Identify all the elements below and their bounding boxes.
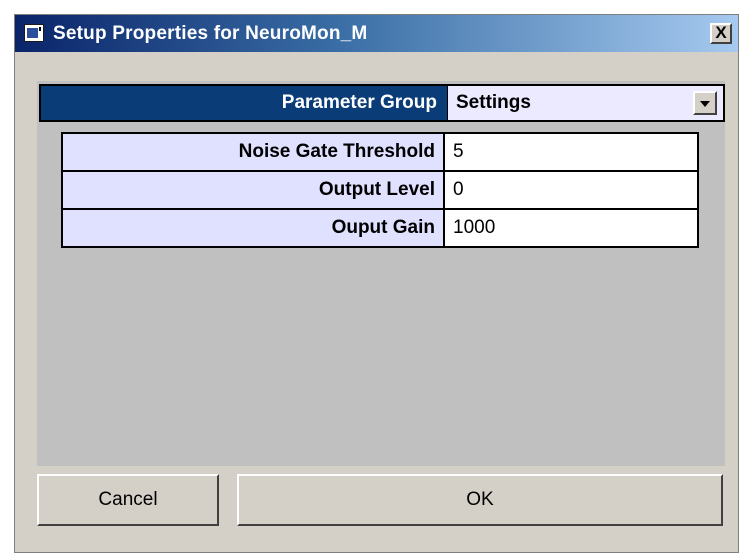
parameters-table: Noise Gate Threshold 5 Output Level 0 Ou…: [61, 132, 699, 248]
parameter-group-select[interactable]: Settings: [447, 86, 723, 120]
window-app-icon: [24, 24, 44, 42]
param-value-noise-gate-threshold[interactable]: 5: [443, 132, 699, 172]
table-row: Ouput Gain 1000: [61, 208, 699, 248]
param-value-output-level[interactable]: 0: [443, 170, 699, 210]
chevron-down-icon[interactable]: [693, 91, 717, 115]
cancel-button[interactable]: Cancel: [37, 474, 219, 526]
param-label-output-level: Output Level: [61, 170, 445, 210]
parameter-group-row: Parameter Group Settings: [39, 84, 725, 122]
title-bar[interactable]: Setup Properties for NeuroMon_M X: [15, 15, 738, 52]
param-label-output-gain: Ouput Gain: [61, 208, 445, 248]
properties-panel: Parameter Group Settings Noise Gate Thre…: [37, 81, 725, 466]
param-value-output-gain[interactable]: 1000: [443, 208, 699, 248]
close-button[interactable]: X: [710, 23, 732, 44]
setup-properties-dialog: Setup Properties for NeuroMon_M X Parame…: [14, 14, 739, 553]
param-label-noise-gate-threshold: Noise Gate Threshold: [61, 132, 445, 172]
table-row: Output Level 0: [61, 170, 699, 210]
table-row: Noise Gate Threshold 5: [61, 132, 699, 172]
parameter-group-value: Settings: [456, 92, 531, 113]
parameter-group-label: Parameter Group: [281, 92, 437, 113]
ok-button[interactable]: OK: [237, 474, 723, 526]
window-title: Setup Properties for NeuroMon_M: [53, 23, 368, 44]
